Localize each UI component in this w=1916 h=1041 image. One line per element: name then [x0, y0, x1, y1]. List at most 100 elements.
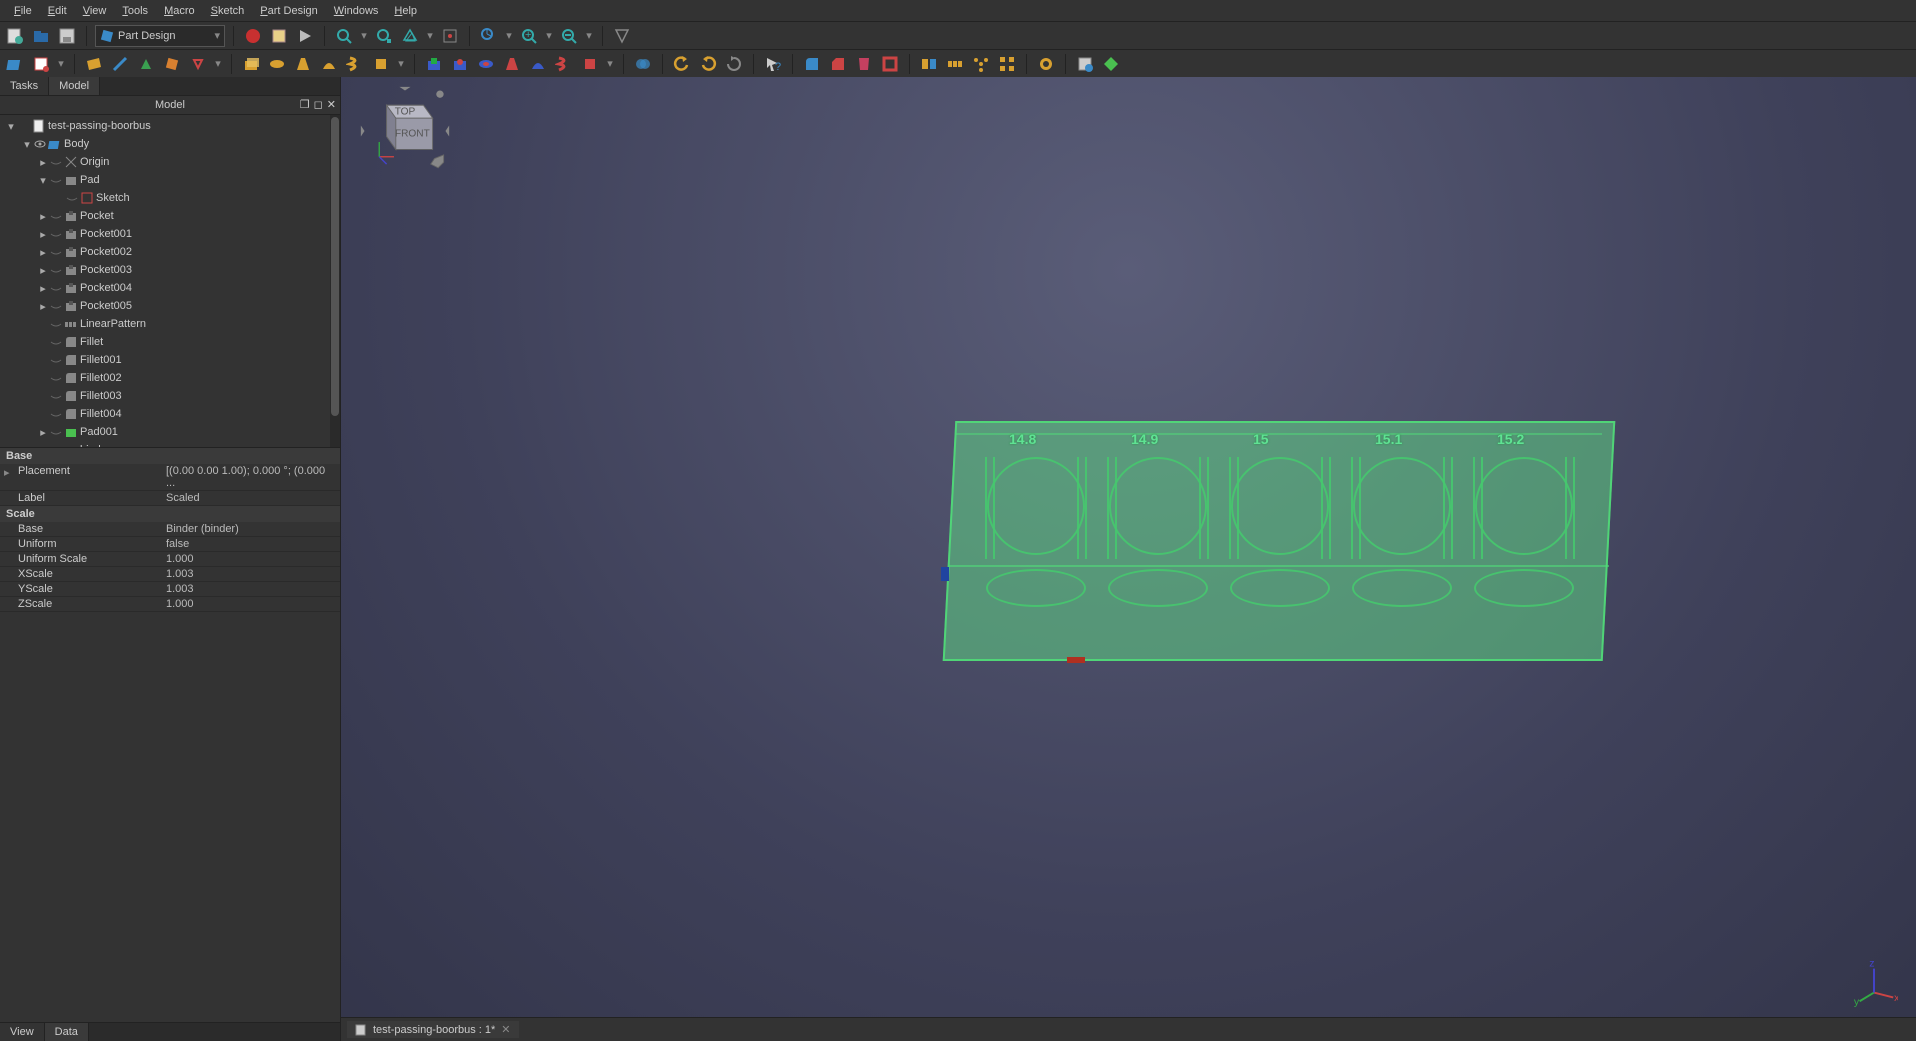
sweep-add-icon[interactable]: [318, 53, 340, 75]
tab-view[interactable]: View: [0, 1023, 45, 1041]
dropdown-arrow-icon[interactable]: ▾: [396, 57, 406, 70]
dropdown-arrow-icon[interactable]: ▾: [605, 57, 615, 70]
prop-value[interactable]: [(0.00 0.00 1.00); 0.000 °; (0.000 ...: [160, 464, 340, 490]
prop-value[interactable]: Scaled: [160, 491, 340, 505]
measure-icon[interactable]: [478, 25, 500, 47]
polar-pattern-icon[interactable]: [970, 53, 992, 75]
visibility-icon[interactable]: [50, 246, 62, 258]
expand-icon[interactable]: ▾: [6, 120, 16, 133]
tree-item-linearpattern[interactable]: LinearPattern: [0, 315, 340, 333]
redo-icon[interactable]: [697, 53, 719, 75]
linear-pattern-icon[interactable]: [944, 53, 966, 75]
visibility-icon[interactable]: [50, 156, 62, 168]
revolution-icon[interactable]: [266, 53, 288, 75]
prop-value[interactable]: 1.000: [160, 597, 340, 611]
macro-run-icon[interactable]: [294, 25, 316, 47]
visibility-icon[interactable]: [50, 318, 62, 330]
expand-icon[interactable]: ▾: [22, 138, 32, 151]
tree-item-pocket[interactable]: ▸Pocket: [0, 207, 340, 225]
tree-item-fillet003[interactable]: Fillet003: [0, 387, 340, 405]
tree-item-pocket001[interactable]: ▸Pocket001: [0, 225, 340, 243]
mirror-icon[interactable]: [918, 53, 940, 75]
menu-view[interactable]: View: [75, 3, 115, 19]
tree-item-fillet002[interactable]: Fillet002: [0, 369, 340, 387]
prop-value[interactable]: false: [160, 537, 340, 551]
tree-item-fillet001[interactable]: Fillet001: [0, 351, 340, 369]
expand-icon[interactable]: ▸: [38, 282, 48, 295]
prop-row-label[interactable]: LabelScaled: [0, 491, 340, 506]
expand-icon[interactable]: ▸: [38, 156, 48, 169]
panel-float-icon[interactable]: ◻: [314, 98, 323, 111]
tree-item-origin[interactable]: ▸Origin: [0, 153, 340, 171]
helix-sub-icon[interactable]: [553, 53, 575, 75]
prop-row-uniform-scale[interactable]: Uniform Scale1.000: [0, 552, 340, 567]
datum-line-icon[interactable]: [109, 53, 131, 75]
visibility-icon[interactable]: [34, 138, 46, 150]
zoom-fit-icon[interactable]: [333, 25, 355, 47]
macro-record-icon[interactable]: [242, 25, 264, 47]
bounding-box-icon[interactable]: [439, 25, 461, 47]
prop-value[interactable]: 1.000: [160, 552, 340, 566]
dropdown-arrow-icon[interactable]: ▾: [56, 57, 66, 70]
tree-item-test-passing-boorbus[interactable]: ▾test-passing-boorbus: [0, 117, 340, 135]
tab-model[interactable]: Model: [49, 77, 100, 95]
3d-viewport[interactable]: TOP FRONT 14.814.91515.115.2 x y z: [341, 77, 1916, 1041]
visibility-icon[interactable]: [50, 282, 62, 294]
expand-icon[interactable]: ▸: [38, 264, 48, 277]
tree-item-pocket005[interactable]: ▸Pocket005: [0, 297, 340, 315]
draw-style-icon[interactable]: [399, 25, 421, 47]
visibility-icon[interactable]: [50, 210, 62, 222]
appearance-icon[interactable]: [1100, 53, 1122, 75]
undo-icon[interactable]: [671, 53, 693, 75]
document-tab[interactable]: test-passing-boorbus : 1* ✕: [347, 1021, 519, 1038]
tree-item-pad[interactable]: ▾Pad: [0, 171, 340, 189]
groove-icon[interactable]: [475, 53, 497, 75]
fillet-icon[interactable]: [801, 53, 823, 75]
tree-item-pocket004[interactable]: ▸Pocket004: [0, 279, 340, 297]
check-geometry-icon[interactable]: [1074, 53, 1096, 75]
macro-edit-icon[interactable]: [268, 25, 290, 47]
prop-row-uniform[interactable]: Uniformfalse: [0, 537, 340, 552]
whatsthis-icon[interactable]: ?: [762, 53, 784, 75]
visibility-icon[interactable]: [50, 336, 62, 348]
expand-icon[interactable]: ▸: [38, 228, 48, 241]
tree-item-pad001[interactable]: ▸Pad001: [0, 423, 340, 441]
tab-tasks[interactable]: Tasks: [0, 77, 49, 95]
dropdown-arrow-icon[interactable]: ▾: [504, 29, 514, 42]
visibility-icon[interactable]: [50, 264, 62, 276]
prop-row-zscale[interactable]: ZScale1.000: [0, 597, 340, 612]
prop-row-base[interactable]: BaseBinder (binder): [0, 522, 340, 537]
workbench-selector[interactable]: Part Design ▾: [95, 25, 225, 47]
draft-icon[interactable]: [853, 53, 875, 75]
panel-close-icon[interactable]: ✕: [327, 98, 336, 111]
boolean-icon[interactable]: [632, 53, 654, 75]
pad-icon[interactable]: [240, 53, 262, 75]
sweep-sub-icon[interactable]: [527, 53, 549, 75]
dropdown-arrow-icon[interactable]: ▾: [425, 29, 435, 42]
prop-row-xscale[interactable]: XScale1.003: [0, 567, 340, 582]
multi-transform-icon[interactable]: [996, 53, 1018, 75]
create-sketch-icon[interactable]: [30, 53, 52, 75]
visibility-icon[interactable]: [50, 354, 62, 366]
helix-add-icon[interactable]: [344, 53, 366, 75]
primitive-add-icon[interactable]: [370, 53, 392, 75]
expand-icon[interactable]: ▸: [38, 426, 48, 439]
menu-tools[interactable]: Tools: [114, 3, 156, 19]
open-doc-icon[interactable]: [30, 25, 52, 47]
tree-item-fillet[interactable]: Fillet: [0, 333, 340, 351]
prop-value[interactable]: 1.003: [160, 582, 340, 596]
prop-row-yscale[interactable]: YScale1.003: [0, 582, 340, 597]
tree-item-sketch[interactable]: Sketch: [0, 189, 340, 207]
primitive-sub-icon[interactable]: [579, 53, 601, 75]
visibility-icon[interactable]: [50, 300, 62, 312]
visibility-icon[interactable]: [50, 426, 62, 438]
menu-help[interactable]: Help: [386, 3, 425, 19]
prop-row-placement[interactable]: ▸Placement[(0.00 0.00 1.00); 0.000 °; (0…: [0, 464, 340, 491]
chamfer-icon[interactable]: [827, 53, 849, 75]
expand-icon[interactable]: ▸: [38, 300, 48, 313]
menu-macro[interactable]: Macro: [156, 3, 203, 19]
navigation-cube[interactable]: TOP FRONT: [359, 85, 451, 177]
shape-binder-icon[interactable]: [135, 53, 157, 75]
expand-icon[interactable]: ▸: [38, 210, 48, 223]
tree-item-body[interactable]: ▾Body: [0, 135, 340, 153]
